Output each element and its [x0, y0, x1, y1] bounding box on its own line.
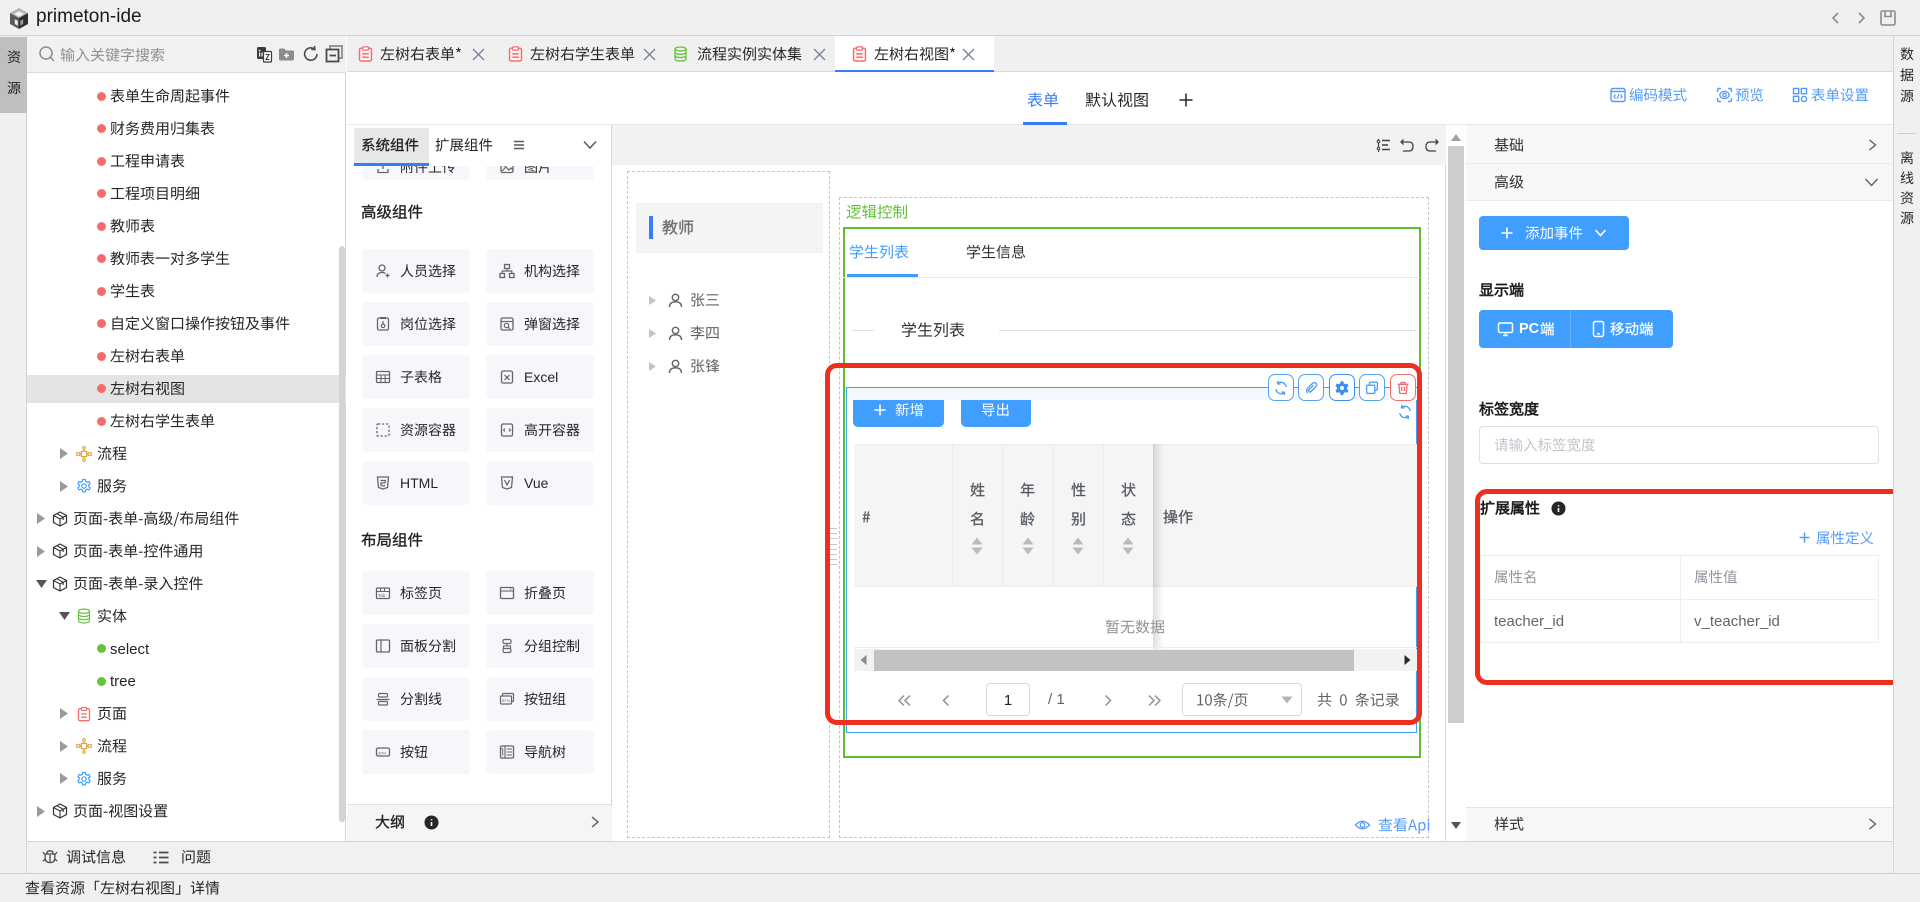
svg-text:BTN: BTN [502, 699, 510, 703]
svg-text:Tab: Tab [378, 593, 386, 598]
svg-text:BTN: BTN [378, 751, 386, 755]
